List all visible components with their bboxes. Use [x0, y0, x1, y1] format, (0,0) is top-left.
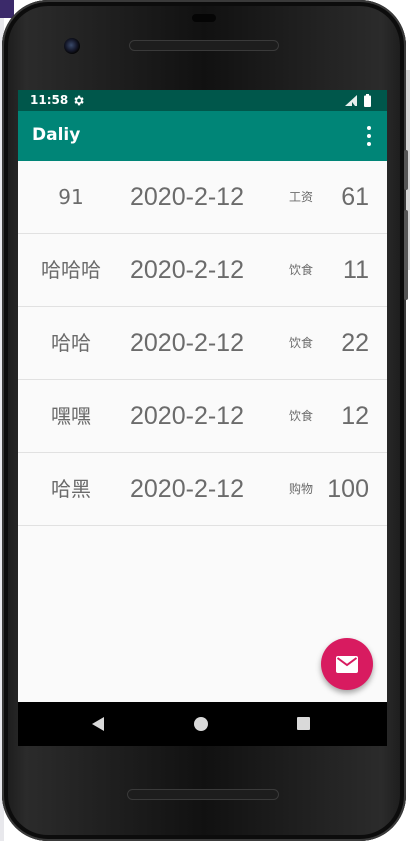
record-type: 工资 — [288, 190, 313, 204]
record-amount: 12 — [341, 402, 369, 430]
top-speaker — [129, 40, 279, 51]
signal-battery-icons — [345, 94, 371, 107]
app-toolbar: Daliy — [18, 111, 387, 161]
battery-icon — [364, 94, 371, 107]
record-amount: 11 — [343, 256, 369, 284]
records-list: 91 2020-2-12 工资 61 哈哈哈 2020-2-12 饮食 11 哈… — [18, 161, 387, 526]
record-amount: 100 — [327, 475, 369, 503]
record-amount: 61 — [341, 183, 369, 211]
record-row[interactable]: 哈哈 2020-2-12 饮食 22 — [18, 307, 387, 380]
record-type: 饮食 — [288, 263, 313, 277]
front-camera — [64, 38, 80, 54]
record-type: 购物 — [288, 482, 313, 496]
record-name: 嘿嘿 — [51, 404, 91, 428]
menu-dot — [367, 126, 371, 130]
record-date: 2020-2-12 — [130, 402, 244, 430]
bottom-speaker — [127, 789, 279, 800]
record-type: 饮食 — [288, 336, 313, 350]
record-date: 2020-2-12 — [130, 329, 244, 357]
cell-signal-icon — [345, 95, 357, 106]
volume-button[interactable] — [404, 210, 408, 300]
record-row[interactable]: 哈哈哈 2020-2-12 饮食 11 — [18, 234, 387, 307]
device-screen: 11:58 Daliy 91 2020-2-12 工资 61 哈哈哈 2020-… — [18, 90, 387, 734]
record-name: 哈哈 — [51, 331, 91, 355]
system-navigation-bar — [18, 702, 387, 746]
app-title: Daliy — [32, 125, 81, 145]
home-icon[interactable] — [194, 717, 208, 731]
record-row[interactable]: 嘿嘿 2020-2-12 饮食 12 — [18, 380, 387, 453]
settings-gear-icon — [74, 95, 84, 106]
overflow-menu-icon[interactable] — [365, 126, 373, 146]
record-name: 哈黑 — [51, 477, 91, 501]
power-button[interactable] — [404, 150, 408, 190]
record-row[interactable]: 91 2020-2-12 工资 61 — [18, 161, 387, 234]
record-row[interactable]: 哈黑 2020-2-12 购物 100 — [18, 453, 387, 526]
status-bar: 11:58 — [18, 90, 387, 111]
recents-icon[interactable] — [297, 717, 310, 730]
top-notch — [192, 14, 216, 22]
record-name: 哈哈哈 — [41, 258, 101, 282]
email-icon — [336, 655, 358, 673]
email-fab-button[interactable] — [321, 638, 373, 690]
menu-dot — [367, 142, 371, 146]
record-date: 2020-2-12 — [130, 256, 244, 284]
record-type: 饮食 — [288, 409, 313, 423]
record-name: 91 — [58, 185, 84, 209]
record-date: 2020-2-12 — [130, 183, 244, 211]
record-date: 2020-2-12 — [130, 475, 244, 503]
menu-dot — [367, 134, 371, 138]
record-amount: 22 — [341, 329, 369, 357]
status-time: 11:58 — [30, 93, 69, 107]
back-icon[interactable] — [90, 716, 106, 732]
